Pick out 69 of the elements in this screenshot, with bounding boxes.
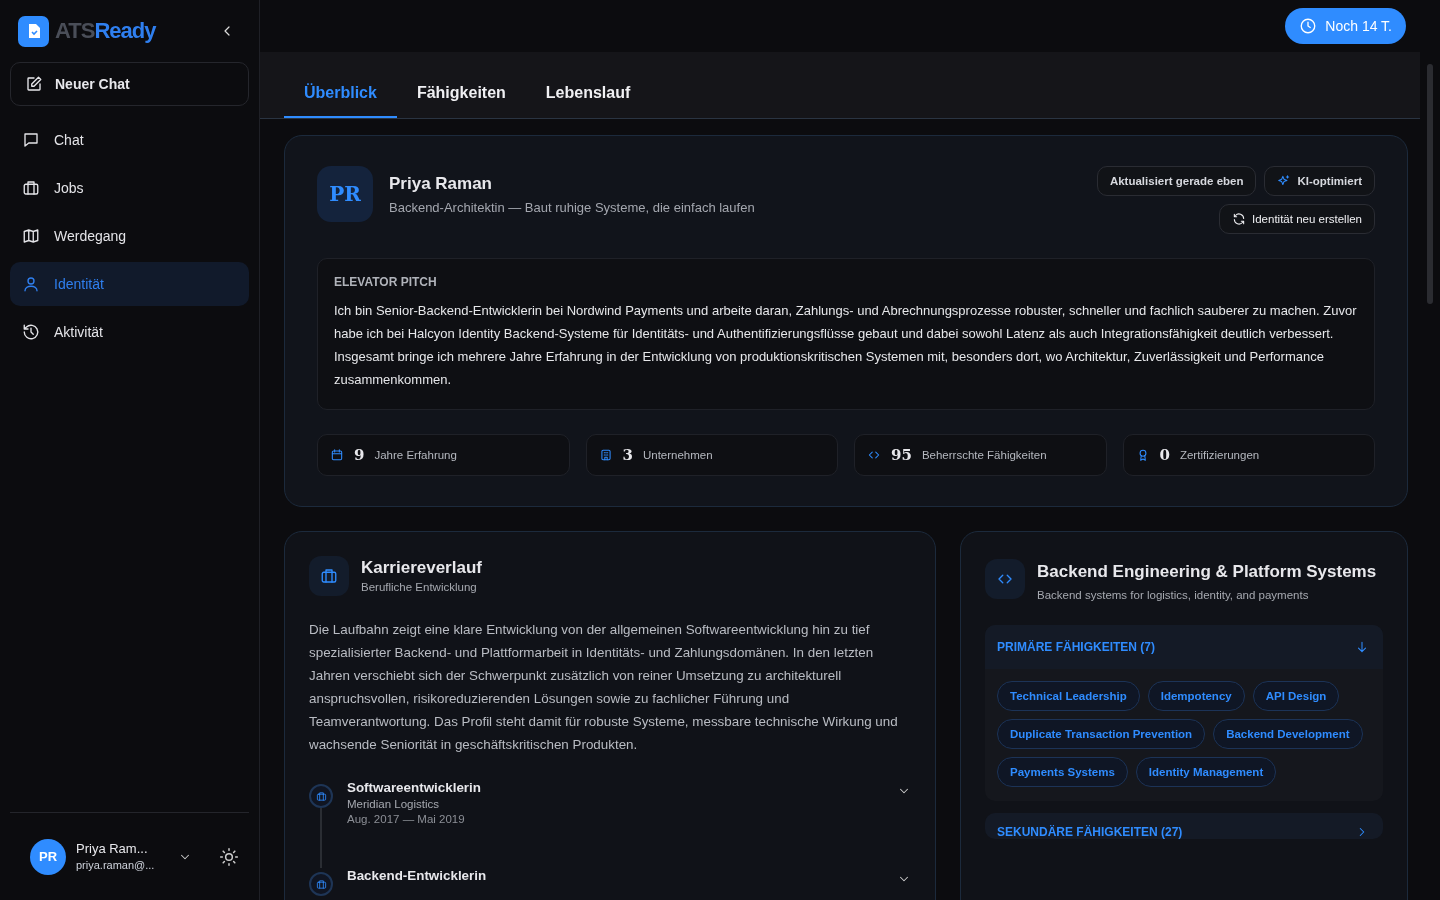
user-icon (22, 275, 40, 293)
calendar-icon (330, 448, 344, 462)
stat-value: 0 (1159, 446, 1170, 464)
profile-avatar: PR (317, 166, 373, 222)
user-avatar: PR (30, 838, 66, 875)
user-email: priya.raman@... (76, 857, 155, 873)
role-company: Meridian Logistics (347, 798, 441, 810)
card-subtitle: Berufliche Entwicklung (361, 581, 478, 593)
stat-label: Unternehmen (642, 449, 713, 461)
sparkle-icon (1277, 174, 1292, 188)
arrow-down-icon (1355, 640, 1369, 654)
role-period: Aug. 2017 — Mai 2019 (347, 813, 466, 825)
map-icon (22, 227, 40, 245)
theme-toggle-button[interactable] (219, 846, 239, 867)
clock-icon (1299, 17, 1318, 35)
refresh-icon (1232, 212, 1247, 226)
sidebar-item[interactable]: Chat (10, 118, 249, 162)
sun-icon (219, 846, 239, 867)
skill-tag[interactable]: Backend Development (1213, 719, 1363, 749)
scrollbar-thumb[interactable] (1427, 64, 1433, 304)
code-icon (867, 448, 881, 462)
role-title: Backend-Entwicklerin (347, 868, 488, 883)
history-icon (22, 323, 40, 341)
tab[interactable]: Lebenslauf (525, 70, 651, 118)
sidebar-item[interactable]: Identität (10, 262, 249, 306)
skill-tag[interactable]: API Design (1252, 681, 1340, 711)
profile-name: Priya Raman (389, 174, 493, 194)
tab[interactable]: Überblick (284, 70, 397, 118)
stat-value: 9 (354, 446, 365, 464)
logo-text: ATSReady (55, 18, 157, 44)
stat-value: 3 (622, 446, 633, 464)
career-summary: Die Laufbahn zeigt eine klare Entwicklung von der allgemeinen Softwareentwicklung hin zu tief spezialisierter Backend- und Plattformarbeit in Identitäts- und Zahlungsdomänen. In den letzten Jahren verschiebt sich der Schwerpunkt zusätzlich von reiner Umsetzung zu architekturell anspruchsvollen, risikoreduzierenden Lösungen sowie zu fachlicher Führung und Teamverantwortung. Das Profil steht damit für robuste Systeme, messbare technische Wirkung und wachsende Seniorität in geschäftskritischen Produkten. (309, 621, 899, 754)
skill-tag[interactable]: Technical Leadership (997, 681, 1140, 711)
trial-badge[interactable]: Noch 14 T. (1285, 8, 1406, 44)
card-title: Karriereverlauf (361, 558, 482, 578)
tab[interactable]: Fähigkeiten (396, 70, 526, 118)
new-chat-button[interactable]: Neuer Chat (10, 62, 249, 106)
stat-label: Zertifizierungen (1179, 449, 1260, 461)
card-subtitle: Backend systems for logistics, identity, and payments (1037, 589, 1310, 601)
timeline-dot-icon (309, 872, 333, 896)
status-badge: Aktualisiert gerade eben (1096, 166, 1257, 196)
role-title: Softwareentwicklerin (347, 780, 482, 795)
timeline-dot-icon (309, 784, 333, 808)
building-icon (598, 448, 613, 462)
skill-tag[interactable]: Payments Systems (997, 757, 1128, 787)
logo-icon (18, 15, 49, 47)
section-label: ELEVATOR PITCH (334, 275, 438, 289)
user-name: Priya Ram... (76, 840, 149, 858)
chat-bubble-icon (22, 131, 40, 149)
skill-group-header[interactable]: PRIMÄRE FÄHIGKEITEN (7) (985, 625, 1383, 669)
sidebar-item[interactable]: Aktivität (10, 310, 249, 354)
sidebar-item[interactable]: Jobs (10, 166, 249, 210)
status-badge: KI-optimiert (1264, 166, 1375, 196)
briefcase-icon (309, 556, 349, 596)
card-title: Backend Engineering & Platform Systems (1037, 561, 1377, 583)
regenerate-button[interactable]: Identität neu erstellen (1219, 204, 1375, 234)
stat-label: Jahre Erfahrung (374, 449, 457, 461)
stat-label: Beherrschte Fähigkeiten (921, 449, 1047, 461)
stat-value: 95 (891, 446, 912, 464)
sidebar-item[interactable]: Werdegang (10, 214, 249, 258)
briefcase-icon (22, 179, 40, 197)
skill-group-header[interactable]: SEKUNDÄRE FÄHIGKEITEN (27) (985, 813, 1383, 839)
profile-headline: Backend-Architektin — Baut ruhige Systeme, die einfach laufen (389, 200, 756, 215)
pitch-text: Ich bin Senior-Backend-Entwicklerin bei Nordwind Payments und arbeite daran, Zahlungs- und Abrechnungsprozesse robuster, schneller und fachlich sauberer zu machen. Zuvor habe ich bei Halcyon Identity Backend-Systeme für Identitäts- und Authentifizierungsflüsse gebaut und dabei sowohl Latenz als auch Integrationsfähigkeit deutlich verbessert. Insgesamt bringe ich mehrere Jahre Erfahrung in der Entwicklung von produktionskritischen Systemen mit, besonders dort, wo Architektur, Zuverlässigkeit und Performance zusammenkommen. (334, 302, 1358, 389)
edit-icon (25, 75, 43, 93)
skill-tag[interactable]: Identity Management (1135, 757, 1277, 787)
code-icon (985, 558, 1025, 599)
skill-tag[interactable]: Idempotency (1147, 681, 1245, 711)
skill-tag[interactable]: Duplicate Transaction Prevention (997, 719, 1206, 749)
